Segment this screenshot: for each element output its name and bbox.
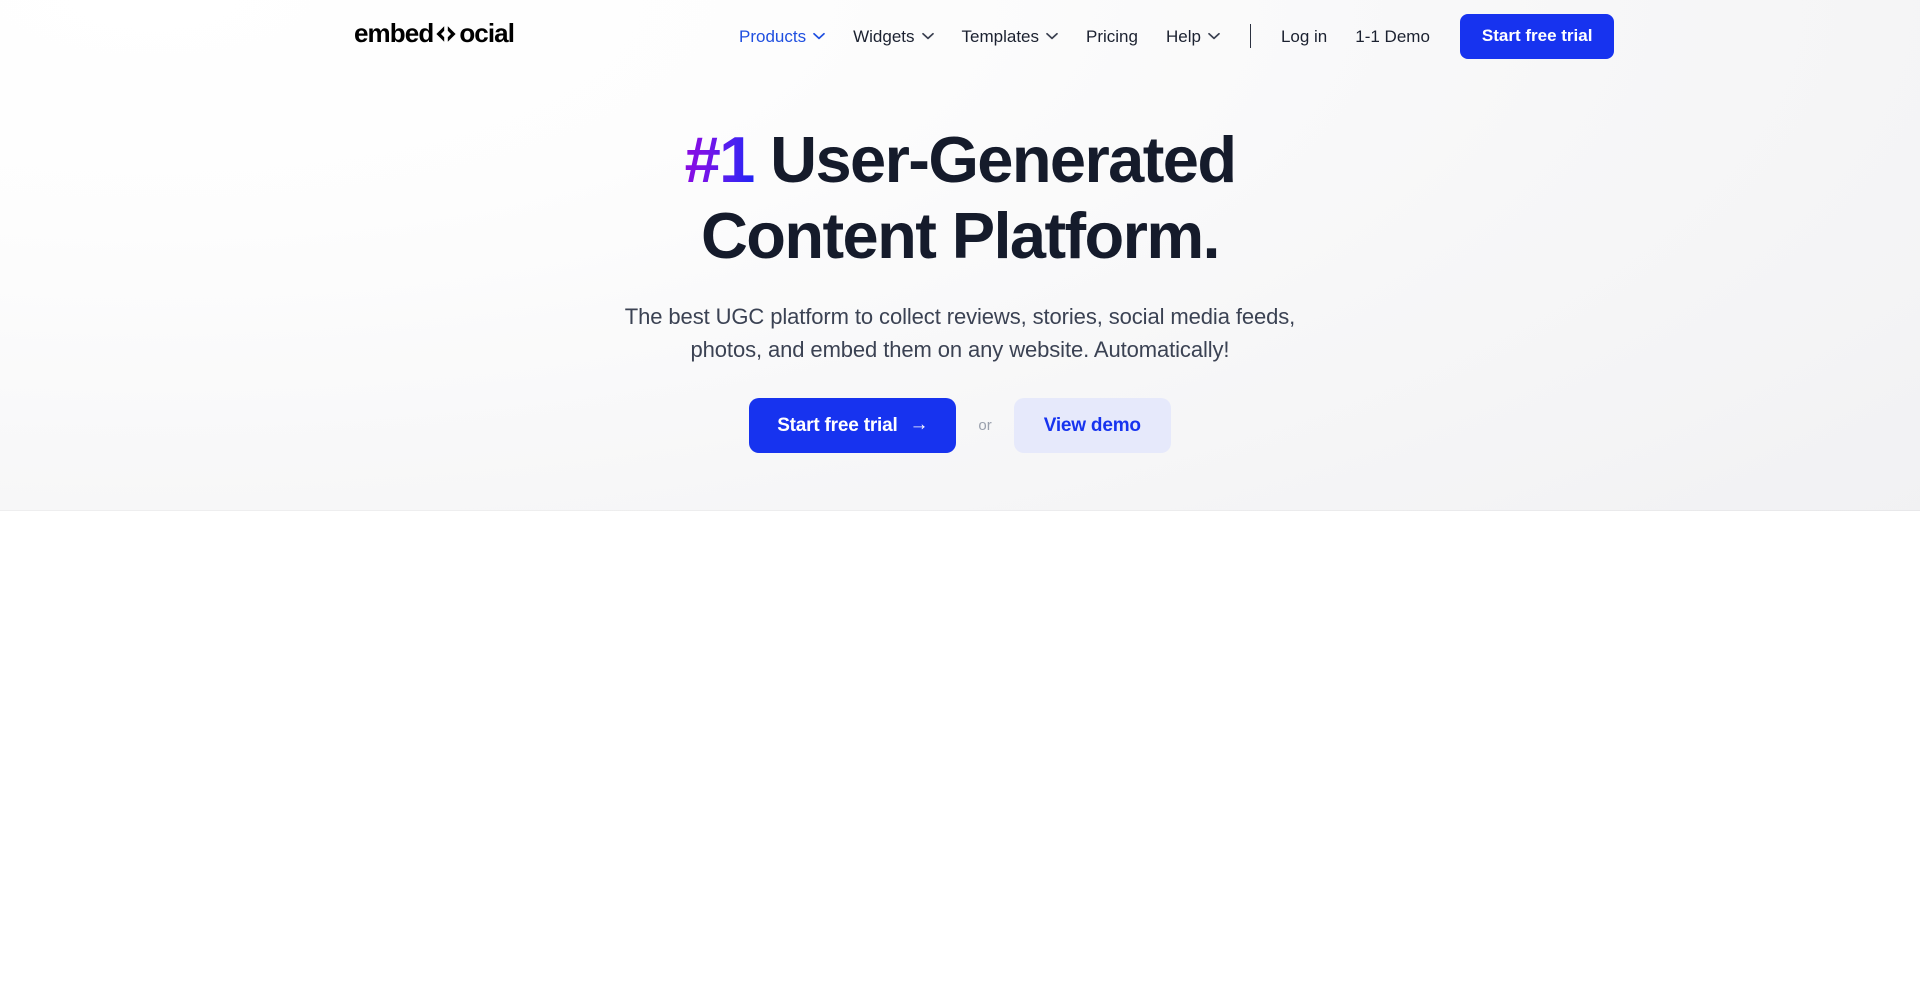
brand-logo-text-left: embed xyxy=(354,18,434,48)
login-link[interactable]: Log in xyxy=(1267,20,1341,53)
hero-subtitle: The best UGC platform to collect reviews… xyxy=(590,300,1330,366)
cta-or-separator: or xyxy=(978,417,992,434)
nav-item-help-label: Help xyxy=(1165,26,1201,46)
hero-heading-rest: User-Generated xyxy=(753,123,1237,196)
hero-heading-accent: #1 xyxy=(684,123,756,196)
nav-start-free-trial-button[interactable]: Start free trial xyxy=(1459,13,1615,59)
chevron-down-icon xyxy=(1046,32,1058,40)
arrow-right-icon: → xyxy=(909,414,929,435)
chevron-down-icon xyxy=(1208,32,1220,40)
nav-item-widgets-label: Widgets xyxy=(853,26,915,46)
nav-item-pricing[interactable]: Pricing xyxy=(1072,20,1152,53)
hero-heading-line2: Content Platform. xyxy=(700,199,1221,272)
nav-item-products[interactable]: Products xyxy=(725,20,839,53)
hero-start-free-trial-label: Start free trial xyxy=(777,414,898,436)
hero-subtitle-line1: The best UGC platform to collect reviews… xyxy=(624,304,1230,329)
nav-item-products-label: Products xyxy=(739,26,807,46)
primary-navigation: Products Widgets Templates Pricing Help xyxy=(725,0,1615,72)
page-content-below-fold xyxy=(0,511,1920,993)
hero-heading: #1 User-Generated Content Platform. xyxy=(410,122,1510,274)
chevron-down-icon xyxy=(921,32,934,40)
site-header: embed ocial Products Widgets Templates P… xyxy=(0,0,1920,72)
hero-cta-group: Start free trial → or View demo xyxy=(749,398,1171,453)
hero-view-demo-button[interactable]: View demo xyxy=(1013,398,1171,453)
nav-item-templates-label: Templates xyxy=(961,26,1039,46)
brand-logo-text: embed ocial xyxy=(354,18,515,48)
nav-item-help[interactable]: Help xyxy=(1152,20,1234,53)
hero-start-free-trial-button[interactable]: Start free trial → xyxy=(749,398,957,453)
code-brackets-icon xyxy=(433,24,459,44)
nav-item-templates[interactable]: Templates xyxy=(948,20,1072,53)
hero-section: #1 User-Generated Content Platform. The … xyxy=(0,0,1920,511)
chevron-down-icon xyxy=(813,32,825,40)
demo-link[interactable]: 1-1 Demo xyxy=(1341,20,1444,53)
brand-logo[interactable]: embed ocial xyxy=(354,18,515,48)
nav-item-widgets[interactable]: Widgets xyxy=(839,20,947,53)
nav-item-pricing-label: Pricing xyxy=(1086,26,1138,46)
nav-divider xyxy=(1249,24,1251,48)
brand-logo-text-right: ocial xyxy=(459,18,515,48)
